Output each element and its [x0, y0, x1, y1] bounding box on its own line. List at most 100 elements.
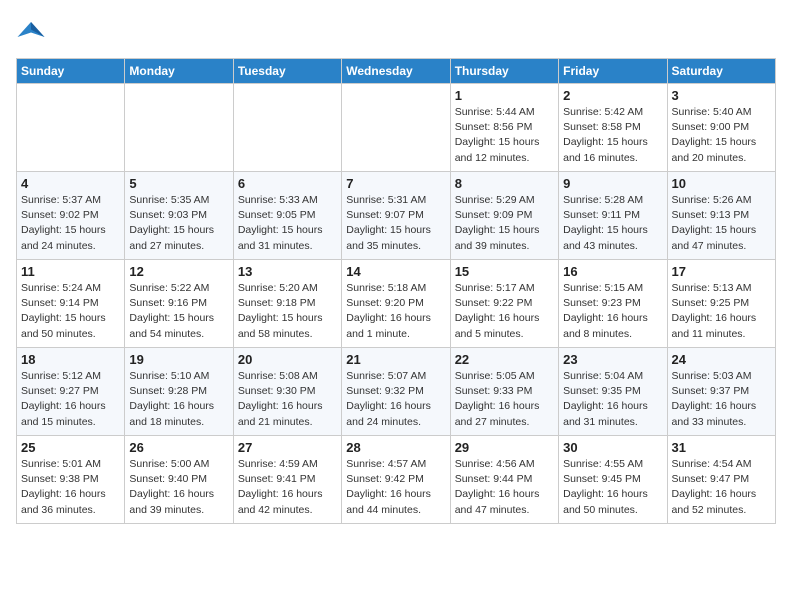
calendar-cell-0-4: 1 Sunrise: 5:44 AM Sunset: 8:56 PM Daylig…: [450, 84, 558, 172]
day-number-28: 28: [346, 440, 445, 455]
day-number-14: 14: [346, 264, 445, 279]
day-number-5: 5: [129, 176, 228, 191]
calendar-cell-2-3: 14 Sunrise: 5:18 AM Sunset: 9:20 PM Dayli…: [342, 260, 450, 348]
day-number-25: 25: [21, 440, 120, 455]
day-number-3: 3: [672, 88, 771, 103]
weekday-header-thursday: Thursday: [450, 59, 558, 84]
day-info-28: Sunrise: 4:57 AM Sunset: 9:42 PM Dayligh…: [346, 457, 445, 518]
day-number-18: 18: [21, 352, 120, 367]
day-info-1: Sunrise: 5:44 AM Sunset: 8:56 PM Dayligh…: [455, 105, 554, 166]
calendar-cell-0-6: 3Sunrise: 5:40 AM Sunset: 9:00 PM Daylig…: [667, 84, 775, 172]
day-info-31: Sunrise: 4:54 AM Sunset: 9:47 PM Dayligh…: [672, 457, 771, 518]
day-info-13: Sunrise: 5:20 AM Sunset: 9:18 PM Dayligh…: [238, 281, 337, 342]
day-number-30: 30: [563, 440, 662, 455]
day-info-19: Sunrise: 5:10 AM Sunset: 9:28 PM Dayligh…: [129, 369, 228, 430]
day-number-23: 23: [563, 352, 662, 367]
day-number-27: 27: [238, 440, 337, 455]
day-number-20: 20: [238, 352, 337, 367]
calendar-cell-4-0: 25 Sunrise: 5:01 AM Sunset: 9:38 PM Dayli…: [17, 436, 125, 524]
day-number-19: 19: [129, 352, 228, 367]
calendar-cell-2-2: 13 Sunrise: 5:20 AM Sunset: 9:18 PM Dayli…: [233, 260, 341, 348]
day-number-26: 26: [129, 440, 228, 455]
day-info-10: Sunrise: 5:26 AM Sunset: 9:13 PM Dayligh…: [672, 193, 771, 254]
day-info-7: Sunrise: 5:31 AM Sunset: 9:07 PM Dayligh…: [346, 193, 445, 254]
calendar-cell-3-6: 24 Sunrise: 5:03 AM Sunset: 9:37 PM Dayli…: [667, 348, 775, 436]
day-info-14: Sunrise: 5:18 AM Sunset: 9:20 PM Dayligh…: [346, 281, 445, 342]
day-info-30: Sunrise: 4:55 AM Sunset: 9:45 PM Dayligh…: [563, 457, 662, 518]
day-number-24: 24: [672, 352, 771, 367]
day-info-5: Sunrise: 5:35 AM Sunset: 9:03 PM Dayligh…: [129, 193, 228, 254]
weekday-header-wednesday: Wednesday: [342, 59, 450, 84]
calendar-cell-1-5: 9 Sunrise: 5:28 AM Sunset: 9:11 PM Daylig…: [559, 172, 667, 260]
day-info-8: Sunrise: 5:29 AM Sunset: 9:09 PM Dayligh…: [455, 193, 554, 254]
calendar-cell-3-5: 23 Sunrise: 5:04 AM Sunset: 9:35 PM Dayli…: [559, 348, 667, 436]
calendar-cell-1-2: 6Sunrise: 5:33 AM Sunset: 9:05 PM Daylig…: [233, 172, 341, 260]
calendar-cell-0-1: [125, 84, 233, 172]
calendar-week-row-3: 18 Sunrise: 5:12 AM Sunset: 9:27 PM Dayli…: [17, 348, 776, 436]
weekday-header-monday: Monday: [125, 59, 233, 84]
calendar-cell-0-0: [17, 84, 125, 172]
calendar-cell-2-6: 17 Sunrise: 5:13 AM Sunset: 9:25 PM Dayli…: [667, 260, 775, 348]
calendar-cell-1-1: 5 Sunrise: 5:35 AM Sunset: 9:03 PM Daylig…: [125, 172, 233, 260]
day-number-9: 9: [563, 176, 662, 191]
calendar-cell-2-1: 12Sunrise: 5:22 AM Sunset: 9:16 PM Dayli…: [125, 260, 233, 348]
day-info-22: Sunrise: 5:05 AM Sunset: 9:33 PM Dayligh…: [455, 369, 554, 430]
calendar-cell-3-3: 21Sunrise: 5:07 AM Sunset: 9:32 PM Dayli…: [342, 348, 450, 436]
day-number-2: 2: [563, 88, 662, 103]
logo-bird-icon: [16, 16, 46, 46]
day-number-7: 7: [346, 176, 445, 191]
weekday-header-sunday: Sunday: [17, 59, 125, 84]
day-number-4: 4: [21, 176, 120, 191]
day-number-8: 8: [455, 176, 554, 191]
calendar-cell-3-4: 22 Sunrise: 5:05 AM Sunset: 9:33 PM Dayli…: [450, 348, 558, 436]
day-number-31: 31: [672, 440, 771, 455]
day-number-22: 22: [455, 352, 554, 367]
calendar-week-row-4: 25 Sunrise: 5:01 AM Sunset: 9:38 PM Dayli…: [17, 436, 776, 524]
day-number-11: 11: [21, 264, 120, 279]
weekday-header-saturday: Saturday: [667, 59, 775, 84]
calendar-cell-3-0: 18 Sunrise: 5:12 AM Sunset: 9:27 PM Dayli…: [17, 348, 125, 436]
calendar-cell-0-5: 2 Sunrise: 5:42 AM Sunset: 8:58 PM Daylig…: [559, 84, 667, 172]
calendar-cell-4-1: 26 Sunrise: 5:00 AM Sunset: 9:40 PM Dayli…: [125, 436, 233, 524]
day-info-27: Sunrise: 4:59 AM Sunset: 9:41 PM Dayligh…: [238, 457, 337, 518]
calendar-cell-0-2: [233, 84, 341, 172]
day-info-11: Sunrise: 5:24 AM Sunset: 9:14 PM Dayligh…: [21, 281, 120, 342]
day-number-1: 1: [455, 88, 554, 103]
calendar-cell-4-4: 29Sunrise: 4:56 AM Sunset: 9:44 PM Dayli…: [450, 436, 558, 524]
calendar-cell-0-3: [342, 84, 450, 172]
calendar-cell-4-3: 28 Sunrise: 4:57 AM Sunset: 9:42 PM Dayli…: [342, 436, 450, 524]
day-info-18: Sunrise: 5:12 AM Sunset: 9:27 PM Dayligh…: [21, 369, 120, 430]
day-info-29: Sunrise: 4:56 AM Sunset: 9:44 PM Dayligh…: [455, 457, 554, 518]
calendar-header: SundayMondayTuesdayWednesdayThursdayFrid…: [17, 59, 776, 84]
day-info-25: Sunrise: 5:01 AM Sunset: 9:38 PM Dayligh…: [21, 457, 120, 518]
day-info-15: Sunrise: 5:17 AM Sunset: 9:22 PM Dayligh…: [455, 281, 554, 342]
day-number-15: 15: [455, 264, 554, 279]
day-info-2: Sunrise: 5:42 AM Sunset: 8:58 PM Dayligh…: [563, 105, 662, 166]
logo: [16, 16, 50, 46]
day-number-17: 17: [672, 264, 771, 279]
day-number-12: 12: [129, 264, 228, 279]
calendar-cell-4-5: 30 Sunrise: 4:55 AM Sunset: 9:45 PM Dayli…: [559, 436, 667, 524]
calendar-cell-1-3: 7 Sunrise: 5:31 AM Sunset: 9:07 PM Daylig…: [342, 172, 450, 260]
day-info-16: Sunrise: 5:15 AM Sunset: 9:23 PM Dayligh…: [563, 281, 662, 342]
calendar-cell-1-6: 10 Sunrise: 5:26 AM Sunset: 9:13 PM Dayli…: [667, 172, 775, 260]
day-info-21: Sunrise: 5:07 AM Sunset: 9:32 PM Dayligh…: [346, 369, 445, 430]
weekday-header-tuesday: Tuesday: [233, 59, 341, 84]
day-info-26: Sunrise: 5:00 AM Sunset: 9:40 PM Dayligh…: [129, 457, 228, 518]
calendar-cell-1-4: 8 Sunrise: 5:29 AM Sunset: 9:09 PM Daylig…: [450, 172, 558, 260]
day-info-24: Sunrise: 5:03 AM Sunset: 9:37 PM Dayligh…: [672, 369, 771, 430]
calendar-cell-4-6: 31 Sunrise: 4:54 AM Sunset: 9:47 PM Dayli…: [667, 436, 775, 524]
calendar-cell-3-1: 19 Sunrise: 5:10 AM Sunset: 9:28 PM Dayli…: [125, 348, 233, 436]
calendar-cell-2-4: 15 Sunrise: 5:17 AM Sunset: 9:22 PM Dayli…: [450, 260, 558, 348]
day-info-17: Sunrise: 5:13 AM Sunset: 9:25 PM Dayligh…: [672, 281, 771, 342]
day-info-9: Sunrise: 5:28 AM Sunset: 9:11 PM Dayligh…: [563, 193, 662, 254]
calendar-cell-4-2: 27 Sunrise: 4:59 AM Sunset: 9:41 PM Dayli…: [233, 436, 341, 524]
day-number-16: 16: [563, 264, 662, 279]
weekday-header-friday: Friday: [559, 59, 667, 84]
day-number-10: 10: [672, 176, 771, 191]
calendar-week-row-0: 1 Sunrise: 5:44 AM Sunset: 8:56 PM Daylig…: [17, 84, 776, 172]
day-info-23: Sunrise: 5:04 AM Sunset: 9:35 PM Dayligh…: [563, 369, 662, 430]
weekday-header-row: SundayMondayTuesdayWednesdayThursdayFrid…: [17, 59, 776, 84]
calendar-week-row-1: 4Sunrise: 5:37 AM Sunset: 9:02 PM Daylig…: [17, 172, 776, 260]
day-number-13: 13: [238, 264, 337, 279]
